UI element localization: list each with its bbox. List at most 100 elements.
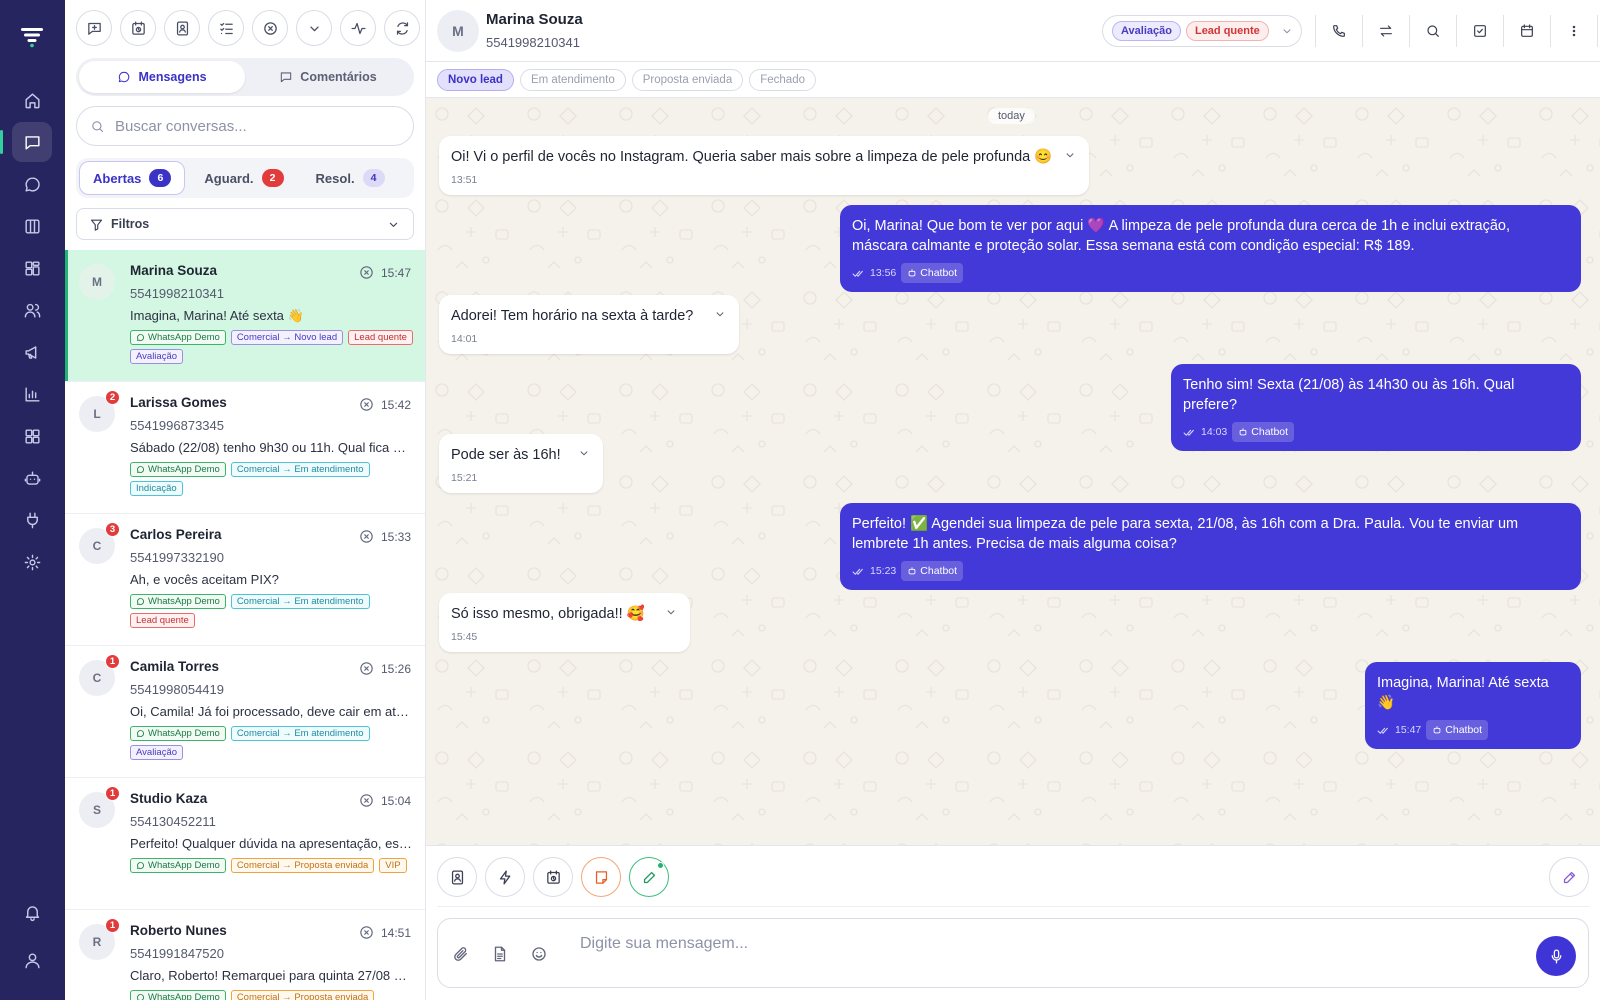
users-icon[interactable] bbox=[12, 290, 52, 330]
tag-lead-quente: Lead quente bbox=[1185, 21, 1269, 41]
message-incoming[interactable]: Só isso mesmo, obrigada!! 🥰 15:45 bbox=[439, 593, 690, 652]
message-input[interactable] bbox=[580, 935, 1480, 953]
megaphone-icon[interactable] bbox=[12, 332, 52, 372]
chevron-down-icon[interactable] bbox=[577, 446, 591, 460]
conversation-time: 15:04 bbox=[380, 794, 411, 808]
message-outgoing[interactable]: Tenho sim! Sexta (21/08) às 14h30 ou às … bbox=[1171, 364, 1581, 451]
chevron-down-icon[interactable] bbox=[1063, 148, 1077, 162]
stage-chip[interactable]: Em atendimento bbox=[519, 69, 626, 91]
conversation-item[interactable]: S 1 Studio Kaza 15:04 554130452211 Perfeito! … bbox=[65, 778, 425, 910]
home-icon[interactable] bbox=[12, 80, 52, 120]
tag-selector[interactable]: Avaliação Lead quente bbox=[1102, 15, 1302, 47]
lightning-icon[interactable] bbox=[485, 857, 525, 897]
message-text: Imagina, Marina! Até sexta 👋 bbox=[1377, 675, 1549, 711]
chat-bubble-icon[interactable] bbox=[12, 164, 52, 204]
phone-icon[interactable] bbox=[1319, 14, 1359, 48]
scheduled-icon[interactable] bbox=[120, 10, 156, 46]
close-conversation-icon[interactable] bbox=[358, 792, 375, 809]
message-incoming[interactable]: Oi! Vi o perfil de vocês no Instagram. Q… bbox=[439, 136, 1089, 195]
comment-icon bbox=[281, 72, 292, 83]
conversation-time: 15:33 bbox=[380, 530, 411, 544]
kanban-icon[interactable] bbox=[12, 206, 52, 246]
tag-avaliacao: Avaliação bbox=[1112, 21, 1181, 41]
message-outgoing[interactable]: Oi, Marina! Que bom te ver por aqui 💜 A … bbox=[840, 205, 1581, 292]
label-tag: Lead quente bbox=[130, 613, 195, 628]
dashboard-icon[interactable] bbox=[12, 248, 52, 288]
unread-badge: 1 bbox=[105, 654, 120, 669]
message-incoming[interactable]: Pode ser às 16h! 15:21 bbox=[439, 434, 603, 493]
conversation-item[interactable]: C 1 Camila Torres 15:26 5541998054419 Oi, Cam… bbox=[65, 646, 425, 778]
funnel-logo-icon[interactable] bbox=[18, 22, 46, 50]
ai-pen-icon[interactable] bbox=[629, 857, 669, 897]
pen-icon[interactable] bbox=[1549, 857, 1589, 897]
close-conversation-icon[interactable] bbox=[358, 528, 375, 545]
stage-chip[interactable]: Novo lead bbox=[437, 69, 514, 91]
stage-chip[interactable]: Proposta enviada bbox=[631, 69, 744, 91]
paperclip-icon[interactable] bbox=[452, 945, 470, 963]
task-check-icon[interactable] bbox=[1460, 14, 1500, 48]
conversation-item[interactable]: M Marina Souza 15:47 5541998210341 Imagina, … bbox=[65, 250, 425, 382]
emoji-icon[interactable] bbox=[530, 945, 548, 963]
apps-grid-icon[interactable] bbox=[12, 416, 52, 456]
conversation-item[interactable]: L 2 Larissa Gomes 15:42 5541996873345 Sábado … bbox=[65, 382, 425, 514]
close-conversation-icon[interactable] bbox=[358, 396, 375, 413]
message-area[interactable]: today Oi! Vi o perfil de vocês no Instag… bbox=[426, 98, 1600, 845]
bar-chart-icon[interactable] bbox=[12, 374, 52, 414]
conversation-item[interactable]: R 1 Roberto Nunes 14:51 5541991847520 Claro, … bbox=[65, 910, 425, 1000]
microphone-icon[interactable] bbox=[1536, 936, 1576, 976]
stage-list: Novo lead Em atendimento Proposta enviada F… bbox=[437, 69, 816, 91]
chat-square-icon[interactable] bbox=[0, 122, 52, 162]
settings-icon[interactable] bbox=[12, 542, 52, 582]
tab-comentarios[interactable]: Comentários bbox=[245, 61, 411, 93]
channel-tag: WhatsApp Demo bbox=[130, 990, 226, 1000]
message-text: Adorei! Tem horário na sexta à tarde? bbox=[451, 308, 694, 324]
contact-card-icon[interactable] bbox=[437, 857, 477, 897]
close-conversation-icon[interactable] bbox=[358, 924, 375, 941]
close-conversation-icon[interactable] bbox=[358, 660, 375, 677]
divider bbox=[1597, 15, 1598, 47]
bot-icon bbox=[1239, 428, 1247, 436]
stage-chip[interactable]: Fechado bbox=[749, 69, 816, 91]
search-icon[interactable] bbox=[1413, 14, 1453, 48]
schedule-icon[interactable] bbox=[533, 857, 573, 897]
activity-icon[interactable] bbox=[340, 10, 376, 46]
close-circle-icon[interactable] bbox=[252, 10, 288, 46]
conversation-time: 15:26 bbox=[380, 662, 411, 676]
refresh-icon[interactable] bbox=[384, 10, 420, 46]
avatar[interactable]: M bbox=[437, 10, 479, 52]
tab-resolvidas-label: Resol. bbox=[315, 170, 355, 186]
message-outgoing[interactable]: Imagina, Marina! Até sexta 👋 15:47 Chatb… bbox=[1365, 662, 1581, 749]
message-incoming[interactable]: Adorei! Tem horário na sexta à tarde? 14… bbox=[439, 295, 739, 354]
tab-resolvidas[interactable]: Resol. 4 bbox=[303, 161, 398, 195]
whatsapp-icon bbox=[137, 466, 144, 473]
conversation-item[interactable]: C 3 Carlos Pereira 15:33 5541997332190 Ah, e … bbox=[65, 514, 425, 646]
tab-abertas[interactable]: Abertas 6 bbox=[79, 161, 186, 195]
bell-icon[interactable] bbox=[12, 892, 52, 932]
calendar-icon[interactable] bbox=[1507, 14, 1547, 48]
bot-icon[interactable] bbox=[12, 458, 52, 498]
close-conversation-icon[interactable] bbox=[358, 264, 375, 281]
document-icon[interactable] bbox=[491, 945, 509, 963]
chevron-down-icon[interactable] bbox=[713, 307, 727, 321]
chevron-down-icon[interactable] bbox=[664, 605, 678, 619]
chevron-down-icon[interactable] bbox=[296, 10, 332, 46]
user-icon[interactable] bbox=[12, 940, 52, 980]
note-icon[interactable] bbox=[581, 857, 621, 897]
tab-mensagens[interactable]: Mensagens bbox=[79, 61, 245, 93]
tab-aguardando[interactable]: Aguard. 2 bbox=[191, 161, 296, 195]
contact-name[interactable]: Marina Souza bbox=[486, 11, 583, 28]
filters-label: Filtros bbox=[111, 217, 150, 231]
new-chat-icon[interactable] bbox=[76, 10, 112, 46]
message-input-box bbox=[437, 918, 1589, 988]
label-tag: Comercial → Proposta enviada bbox=[230, 858, 375, 873]
label-tag: Comercial → Em atendimento bbox=[230, 594, 370, 609]
checklist-icon[interactable] bbox=[208, 10, 244, 46]
more-vertical-icon[interactable] bbox=[1554, 14, 1594, 48]
contacts-icon[interactable] bbox=[164, 10, 200, 46]
filters-dropdown[interactable]: Filtros bbox=[76, 208, 414, 240]
plug-icon[interactable] bbox=[12, 500, 52, 540]
transfer-icon[interactable] bbox=[1366, 14, 1406, 48]
message-outgoing[interactable]: Perfeito! ✅ Agendei sua limpeza de pele … bbox=[840, 503, 1581, 590]
search-input[interactable] bbox=[115, 117, 395, 135]
channel-tag-label: WhatsApp Demo bbox=[148, 992, 220, 1000]
